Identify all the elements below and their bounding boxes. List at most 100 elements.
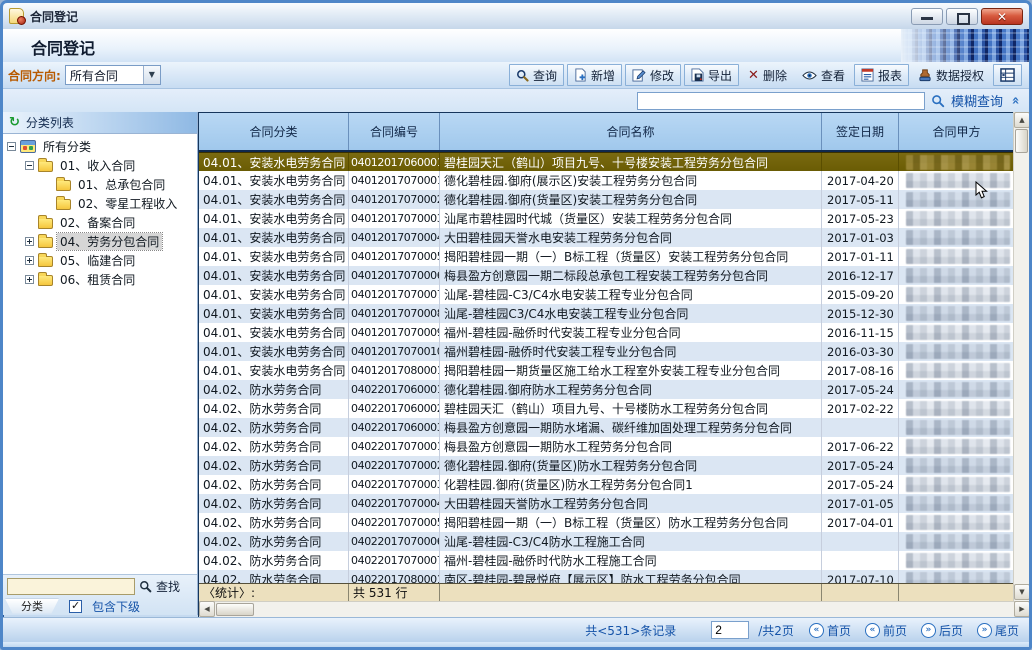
cell-col0: 04.02、防水劳务合同 (199, 456, 349, 475)
pagination-prev-page[interactable]: «前页 (865, 622, 907, 639)
find-button[interactable]: 查找 (156, 578, 180, 595)
tab-category[interactable]: 分类 (5, 599, 59, 614)
table-row[interactable]: 04.01、安装水电劳务合同04012017070005揭阳碧桂园一期（一）B标… (199, 247, 1014, 266)
collapse-icon[interactable] (7, 142, 16, 151)
cell-col2: 化碧桂园.御府(货量区)防水工程劳务分包合同1 (440, 475, 822, 494)
grid-body: 04.01、安装水电劳务合同04012017060001碧桂园天汇（鹤山）项目九… (199, 152, 1014, 583)
table-row[interactable]: 04.02、防水劳务合同04022017070002德化碧桂园.御府(货量区)防… (199, 456, 1014, 475)
table-row[interactable]: 04.02、防水劳务合同04022017070006汕尾-碧桂园-C3/C4防水… (199, 532, 1014, 551)
search-icon (516, 69, 529, 82)
table-row[interactable]: 04.02、防水劳务合同04022017070007福州-碧桂园-融侨时代防水工… (199, 551, 1014, 570)
table-row[interactable]: 04.02、防水劳务合同04022017060001德化碧桂园.御府防水工程劳务… (199, 380, 1014, 399)
include-sub-checkbox[interactable] (69, 600, 82, 613)
close-button[interactable] (981, 8, 1023, 25)
cell-col3: 2017-07-10 (822, 570, 899, 583)
cell-col2: 大田碧桂园天誉防水工程劳务分包合同 (440, 494, 822, 513)
table-row[interactable]: 04.01、安装水电劳务合同04012017070001德化碧桂园.御府(展示区… (199, 171, 1014, 190)
cell-col4 (899, 399, 1014, 418)
table-row[interactable]: 04.02、防水劳务合同04022017070003化碧桂园.御府(货量区)防水… (199, 475, 1014, 494)
table-row[interactable]: 04.02、防水劳务合同04022017060003梅县盈方创意园一期防水堵漏、… (199, 418, 1014, 437)
table-row[interactable]: 04.02、防水劳务合同04022017070001梅县盈方创意园一期防水工程劳… (199, 437, 1014, 456)
tree-item[interactable]: 05、临建合同 (3, 251, 197, 270)
vertical-scroll-thumb[interactable] (1015, 129, 1028, 153)
cell-col0: 04.01、安装水电劳务合同 (199, 247, 349, 266)
table-row[interactable]: 04.01、安装水电劳务合同04012017070008汕尾-碧桂园C3/C4水… (199, 304, 1014, 323)
column-header-2[interactable]: 合同名称 (440, 113, 822, 150)
column-header-1[interactable]: 合同编号 (349, 113, 440, 150)
cell-col1: 04012017070002 (349, 190, 440, 209)
toolbar-button-view[interactable]: 查看 (796, 64, 851, 86)
refresh-icon[interactable]: ↻ (9, 115, 20, 130)
scroll-left-icon[interactable]: ◀ (199, 601, 215, 617)
toolbar-button-export[interactable]: 导出 (684, 64, 739, 86)
cell-col2: 揭阳碧桂园一期（一）B标工程（货量区）安装工程劳务分包合同 (440, 247, 822, 266)
pagination-bar: 共<531>条记录 /共2页 «首页«前页»后页»尾页 (3, 617, 1029, 642)
tree-item[interactable]: 02、备案合同 (3, 213, 197, 232)
redacted-party-cell (906, 287, 1010, 302)
scroll-right-icon[interactable]: ▶ (1014, 601, 1030, 617)
cell-col3: 2017-05-24 (822, 475, 899, 494)
expand-icon[interactable] (25, 237, 34, 246)
tree-item[interactable]: 01、总承包合同 (3, 175, 197, 194)
toolbar-button-edit[interactable]: 修改 (625, 64, 681, 86)
collapse-up-icon[interactable]: » (1009, 94, 1024, 108)
page-number-input[interactable] (711, 621, 749, 639)
table-row[interactable]: 04.01、安装水电劳务合同04012017070003汕尾市碧桂园时代城（货量… (199, 209, 1014, 228)
table-row[interactable]: 04.01、安装水电劳务合同04012017070009福州-碧桂园-融侨时代安… (199, 323, 1014, 342)
vertical-scrollbar[interactable]: ▲ ▼ (1013, 112, 1029, 601)
expand-icon[interactable] (25, 256, 34, 265)
cell-col2: 福州碧桂园-融侨时代安装工程专业分包合同 (440, 342, 822, 361)
column-header-0[interactable]: 合同分类 (199, 113, 349, 150)
column-header-3[interactable]: 签定日期 (822, 113, 899, 150)
pagination-last-page[interactable]: »尾页 (977, 622, 1019, 639)
toolbar-button-delete[interactable]: ✕删除 (742, 64, 793, 86)
tree-item-label: 04、劳务分包合同 (57, 233, 162, 250)
toolbar-button-new-doc[interactable]: 新增 (567, 64, 622, 86)
tree-item[interactable]: 01、收入合同 (3, 156, 197, 175)
table-row[interactable]: 04.01、安装水电劳务合同04012017060001碧桂园天汇（鹤山）项目九… (199, 152, 1014, 171)
contract-direction-select[interactable]: 所有合同 ▼ (65, 65, 161, 85)
toolbar-button-authorize[interactable]: 数据授权 (912, 64, 990, 86)
cell-col3: 2017-06-22 (822, 437, 899, 456)
table-row[interactable]: 04.02、防水劳务合同04022017060002碧桂园天汇（鹤山）项目九号、… (199, 399, 1014, 418)
table-row[interactable]: 04.01、安装水电劳务合同04012017070004大田碧桂园天誉水电安装工… (199, 228, 1014, 247)
tree-item[interactable]: 06、租赁合同 (3, 270, 197, 289)
minimize-button[interactable] (911, 8, 943, 25)
grid-icon[interactable] (993, 64, 1022, 86)
tree-item[interactable]: 02、零星工程收入 (3, 194, 197, 213)
table-row[interactable]: 04.01、安装水电劳务合同04012017070006梅县盈方创意园一期二标段… (199, 266, 1014, 285)
cell-col2: 德化碧桂园.御府防水工程劳务分包合同 (440, 380, 822, 399)
fuzzy-search-input[interactable] (637, 92, 925, 110)
table-row[interactable]: 04.02、防水劳务合同04022017080001南区-碧桂园-碧晟悦府【展示… (199, 570, 1014, 583)
toolbar-button-search[interactable]: 查询 (509, 64, 564, 86)
window-document-icon (9, 8, 24, 24)
scroll-down-icon[interactable]: ▼ (1014, 584, 1030, 600)
table-row[interactable]: 04.01、安装水电劳务合同04012017080001揭阳碧桂园一期货量区施工… (199, 361, 1014, 380)
cell-col4 (899, 153, 1014, 171)
fuzzy-search-button[interactable]: 模糊查询 (951, 91, 1003, 110)
table-row[interactable]: 04.02、防水劳务合同04022017070005揭阳碧桂园一期（一）B标工程… (199, 513, 1014, 532)
collapse-icon[interactable] (25, 161, 34, 170)
table-row[interactable]: 04.01、安装水电劳务合同04012017070002德化碧桂园.御府(货量区… (199, 190, 1014, 209)
folder-icon (56, 199, 71, 210)
table-row[interactable]: 04.01、安装水电劳务合同04012017070010福州碧桂园-融侨时代安装… (199, 342, 1014, 361)
contract-direction-label: 合同方向: (8, 67, 61, 84)
table-row[interactable]: 04.02、防水劳务合同04022017070004大田碧桂园天誉防水工程劳务分… (199, 494, 1014, 513)
pagination-next-page[interactable]: »后页 (921, 622, 963, 639)
table-row[interactable]: 04.01、安装水电劳务合同04012017070007汕尾-碧桂园-C3/C4… (199, 285, 1014, 304)
next-page-icon: » (921, 623, 936, 638)
chevron-down-icon[interactable]: ▼ (143, 66, 160, 84)
column-header-4[interactable]: 合同甲方 (899, 113, 1014, 150)
tree-item[interactable]: 04、劳务分包合同 (3, 232, 197, 251)
pagination-first-page[interactable]: «首页 (809, 622, 851, 639)
expand-icon[interactable] (25, 275, 34, 284)
horizontal-scrollbar[interactable]: ◀ ▶ (199, 601, 1030, 617)
category-find-input[interactable] (7, 578, 135, 595)
tree-item[interactable]: 所有分类 (3, 137, 197, 156)
horizontal-scroll-thumb[interactable] (216, 603, 254, 616)
scroll-up-icon[interactable]: ▲ (1014, 112, 1030, 128)
toolbar-button-label: 导出 (708, 67, 732, 84)
toolbar-button-report[interactable]: 报表 (854, 64, 909, 86)
restore-button[interactable] (946, 8, 978, 25)
export-icon (691, 68, 704, 82)
